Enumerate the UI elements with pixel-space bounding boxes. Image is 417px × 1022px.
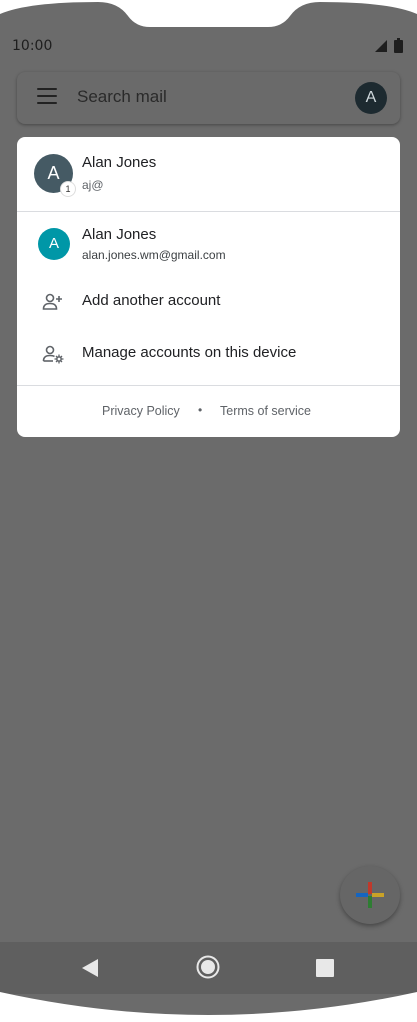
notification-badge: 1	[61, 182, 75, 196]
compose-plus-icon	[356, 882, 384, 908]
other-account-email: alan.jones.wm@gmail.com	[82, 248, 226, 262]
menu-icon[interactable]	[37, 88, 57, 108]
privacy-policy-link[interactable]: Privacy Policy	[102, 404, 180, 418]
battery-icon	[394, 38, 403, 53]
screen: 10:00 Search mail A A 1 Alan Jones aj@ A…	[0, 0, 417, 1022]
account-avatar-button[interactable]: A	[355, 82, 387, 114]
terms-of-service-link[interactable]: Terms of service	[220, 404, 311, 418]
current-account-name: Alan Jones	[82, 154, 157, 171]
other-account-avatar: A	[38, 228, 70, 260]
manage-accounts-button[interactable]: Manage accounts on this device	[17, 328, 400, 380]
footer-separator: •	[198, 403, 203, 417]
add-another-account-button[interactable]: Add another account	[17, 276, 400, 328]
status-bar: 10:00	[0, 34, 417, 58]
status-time: 10:00	[12, 38, 53, 54]
footer-links: Privacy Policy • Terms of service	[17, 386, 400, 436]
manage-accounts-icon	[42, 345, 64, 364]
back-icon[interactable]	[82, 959, 98, 977]
search-input[interactable]: Search mail	[77, 87, 167, 107]
phone-frame-bottom	[0, 992, 417, 1022]
signal-icon	[375, 39, 387, 52]
current-account-email: aj@	[82, 178, 104, 192]
other-account-item[interactable]: A Alan Jones alan.jones.wm@gmail.com	[17, 212, 400, 270]
other-account-name: Alan Jones	[82, 226, 157, 243]
home-icon[interactable]	[196, 955, 220, 979]
add-account-label: Add another account	[82, 292, 221, 309]
manage-accounts-label: Manage accounts on this device	[82, 344, 297, 361]
current-account[interactable]: A 1 Alan Jones aj@	[17, 137, 400, 211]
person-add-icon	[42, 293, 62, 310]
account-switcher-card: A 1 Alan Jones aj@ A Alan Jones alan.jon…	[17, 137, 400, 437]
phone-frame-top	[0, 0, 417, 27]
compose-button[interactable]	[340, 866, 400, 924]
search-bar[interactable]: Search mail A	[17, 72, 400, 124]
recents-icon[interactable]	[316, 959, 334, 977]
navigation-bar	[0, 942, 417, 994]
